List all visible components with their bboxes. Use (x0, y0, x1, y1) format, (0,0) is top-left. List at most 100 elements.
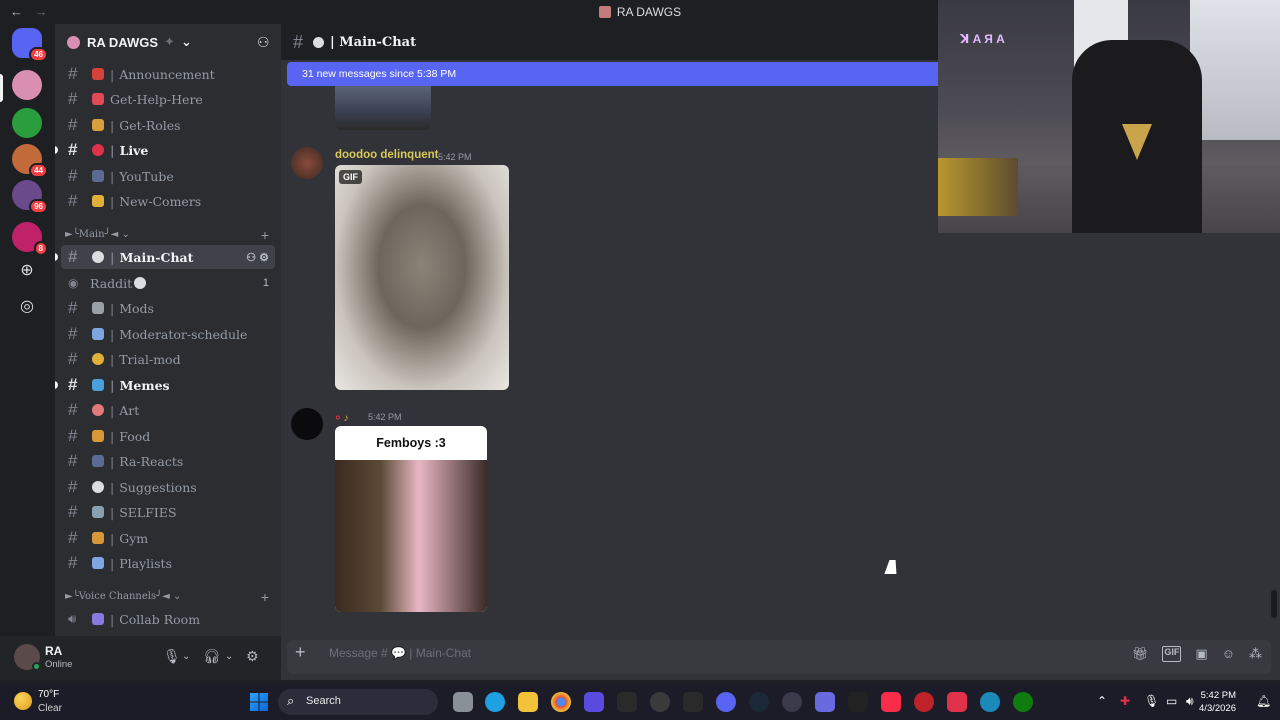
controller-app-icon[interactable] (815, 692, 835, 712)
v-app-icon[interactable] (584, 692, 604, 712)
room-window (1190, 0, 1280, 140)
speech-bubble-icon (134, 277, 147, 289)
create-channel-icon[interactable]: + (261, 227, 269, 243)
notification-bell-icon[interactable]: 🔔︎ (1256, 694, 1271, 708)
discord-app-icon[interactable] (716, 692, 736, 712)
new-messages-banner[interactable]: 31 new messages since 5:38 PM (287, 62, 939, 86)
direct-messages-icon[interactable]: 46 (12, 28, 48, 62)
channel-food[interactable]: # | Food (61, 424, 275, 448)
message-timestamp: 5:42 PM (368, 412, 402, 422)
channel-youtube[interactable]: # | YouTube (61, 164, 275, 188)
channel-playlists[interactable]: # | Playlists (61, 551, 275, 575)
sticker-icon[interactable]: ▣ (1195, 646, 1207, 662)
file-viewer-app-icon[interactable] (453, 692, 473, 712)
unread-indicator (55, 146, 58, 154)
megaphone-icon (92, 68, 104, 80)
apps-icon[interactable]: ⁂ (1249, 646, 1262, 662)
avatar[interactable] (291, 147, 323, 179)
mention-badge: 8 (33, 241, 48, 256)
channel-memes[interactable]: # | Memes (55, 373, 275, 397)
channel-gym[interactable]: # | Gym (61, 526, 275, 550)
gif-attachment[interactable]: GIF (335, 165, 509, 390)
file-explorer-icon[interactable] (518, 692, 538, 712)
weather-temperature[interactable]: 70°F (38, 689, 59, 700)
channel-get-roles[interactable]: # | Get-Roles (61, 113, 275, 137)
speaker-icon: 🔊︎ (68, 611, 77, 626)
unread-count: 1 (262, 277, 269, 289)
settings-gear-icon[interactable]: ⚙ (246, 648, 259, 665)
channel-new-comers[interactable]: # | New-Comers (61, 189, 275, 213)
category-main[interactable]: ►╰Main╯◄ ⌄ + (65, 227, 275, 243)
avatar[interactable] (291, 408, 323, 440)
channel-settings-icons[interactable]: ⚇ ⚙ (246, 251, 269, 264)
channel-live[interactable]: # | Live (55, 138, 275, 162)
red-app-icon[interactable] (914, 692, 934, 712)
emoji-icon[interactable]: ☺ (1222, 646, 1235, 662)
attach-plus-icon[interactable]: + (295, 642, 306, 663)
gif-attachment[interactable]: Femboys :3 (335, 426, 487, 612)
c-app-icon[interactable] (980, 692, 1000, 712)
scrollbar-thumb[interactable] (1271, 590, 1277, 618)
chevron-up-icon[interactable]: ⌃ (1097, 694, 1107, 708)
channel-main-chat[interactable]: # | Main-Chat ⚇ ⚙ (55, 245, 275, 269)
taskbar-search[interactable]: ⌕ Search (278, 689, 438, 715)
channel-announcement[interactable]: # | Announcement (61, 62, 275, 86)
epic-games-icon[interactable] (683, 692, 703, 712)
channel-suggestions[interactable]: # | Suggestions (61, 475, 275, 499)
server-header[interactable]: RA DAWGS ✦ ⌄ ⚇ (55, 24, 281, 60)
search-icon: ⌕ (287, 693, 295, 708)
channel-ra-reacts[interactable]: # | Ra-Reacts (61, 449, 275, 473)
edge-browser-icon[interactable] (485, 692, 505, 712)
network-icon[interactable]: ▭ (1166, 694, 1177, 708)
invite-people-icon[interactable]: ⚇ (257, 34, 270, 51)
steam-icon[interactable] (749, 692, 769, 712)
image-attachment[interactable] (335, 86, 431, 130)
channel-selfies[interactable]: # | SELFIES (61, 500, 275, 524)
chevron-down-icon: ⌄ (180, 34, 192, 49)
server-icon-ra-dawgs[interactable] (12, 70, 42, 100)
circle-app-icon[interactable] (782, 692, 802, 712)
chevron-down-icon[interactable]: ⌄ (182, 651, 190, 662)
server-icon-p[interactable]: 8 (12, 222, 48, 256)
explore-icon[interactable]: ◎ (15, 296, 39, 320)
server-folder-icon[interactable]: 96 (12, 180, 48, 214)
capcut-icon[interactable] (617, 692, 637, 712)
channel-get-help-here[interactable]: # Get-Help-Here (61, 87, 275, 111)
channel-moderator-schedule[interactable]: # | Moderator-schedule (61, 322, 275, 346)
camera-app-icon[interactable] (848, 692, 868, 712)
channel-collab-room[interactable]: 🔊︎ | Collab Room (61, 607, 275, 631)
create-channel-icon[interactable]: + (261, 589, 269, 605)
volume-icon[interactable]: 🔊︎ (1186, 694, 1194, 709)
obs-icon[interactable] (650, 692, 670, 712)
category-voice-channels[interactable]: ►╰Voice Channels╯◄ ⌄ + (65, 589, 275, 605)
gift-icon[interactable]: 🎁︎ (1132, 646, 1149, 662)
calendar-icon (92, 328, 104, 340)
headphones-icon[interactable]: 🎧︎ (203, 648, 221, 665)
system-clock[interactable]: 5:42 PM 4/3/2026 (1199, 689, 1236, 715)
music-app-icon[interactable] (881, 692, 901, 712)
weather-condition[interactable]: Clear (38, 703, 62, 714)
gif-picker-icon[interactable]: GIF (1162, 646, 1182, 662)
message-composer: + Message # 💬 | Main-Chat 🎁︎ GIF ▣ ☺ ⁂ (281, 636, 1280, 680)
game-controller-icon (92, 613, 104, 625)
windows-start-icon[interactable] (250, 693, 268, 711)
message-author[interactable]: ⸰ ♪ (335, 410, 349, 424)
microphone-icon[interactable]: 🎙︎ (163, 648, 181, 665)
channel-art[interactable]: # | Art (61, 398, 275, 422)
microphone-icon[interactable]: 🎙︎ (1144, 694, 1159, 708)
add-server-icon[interactable]: ⊕ (15, 260, 39, 284)
server-icon-green[interactable] (12, 108, 42, 138)
server-icon-orange[interactable]: 44 (12, 144, 48, 178)
tray-app-icon[interactable]: ✚ (1120, 694, 1130, 708)
chrome-browser-icon[interactable] (551, 692, 571, 712)
channel-raddit[interactable]: ◉ Raddit 1 (61, 271, 275, 295)
face-icon (92, 353, 104, 365)
channel-trial-mod[interactable]: # | Trial-mod (61, 347, 275, 371)
pink-app-icon[interactable] (947, 692, 967, 712)
chevron-down-icon[interactable]: ⌄ (225, 651, 233, 662)
channel-mods[interactable]: # | Mods (61, 296, 275, 320)
xbox-icon[interactable] (1013, 692, 1033, 712)
message-author[interactable]: doodoo delinquent (335, 149, 438, 161)
weather-sun-icon[interactable] (14, 692, 32, 710)
room-rug (938, 158, 1018, 216)
